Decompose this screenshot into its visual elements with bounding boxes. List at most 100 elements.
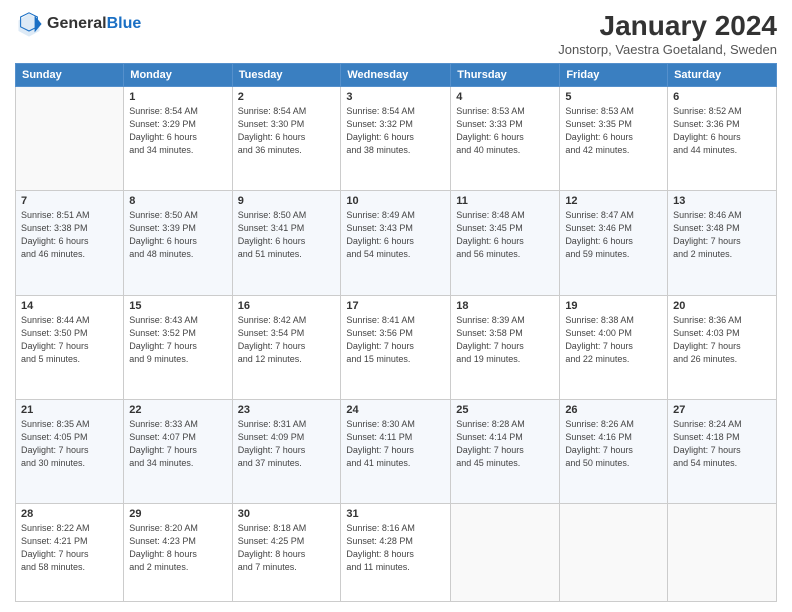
table-row: 21 Sunrise: 8:35 AM Sunset: 4:05 PM Dayli… <box>16 399 124 503</box>
page: GeneralBlue January 2024 Jonstorp, Vaest… <box>0 0 792 612</box>
table-row: 19 Sunrise: 8:38 AM Sunset: 4:00 PM Dayli… <box>560 295 668 399</box>
day-info: Sunrise: 8:26 AM Sunset: 4:16 PM Dayligh… <box>565 418 662 470</box>
logo-text: GeneralBlue <box>47 14 141 33</box>
day-info: Sunrise: 8:41 AM Sunset: 3:56 PM Dayligh… <box>346 314 445 366</box>
day-info: Sunrise: 8:38 AM Sunset: 4:00 PM Dayligh… <box>565 314 662 366</box>
day-info: Sunrise: 8:53 AM Sunset: 3:33 PM Dayligh… <box>456 105 554 157</box>
table-row: 9 Sunrise: 8:50 AM Sunset: 3:41 PM Daylig… <box>232 191 341 295</box>
day-info: Sunrise: 8:54 AM Sunset: 3:32 PM Dayligh… <box>346 105 445 157</box>
day-number: 26 <box>565 404 662 416</box>
table-row: 18 Sunrise: 8:39 AM Sunset: 3:58 PM Dayli… <box>451 295 560 399</box>
day-info: Sunrise: 8:50 AM Sunset: 3:41 PM Dayligh… <box>238 209 336 261</box>
day-number: 6 <box>673 91 771 103</box>
month-title: January 2024 <box>558 10 777 42</box>
day-number: 17 <box>346 300 445 312</box>
day-number: 8 <box>129 195 226 207</box>
day-info: Sunrise: 8:46 AM Sunset: 3:48 PM Dayligh… <box>673 209 771 261</box>
day-number: 4 <box>456 91 554 103</box>
day-info: Sunrise: 8:43 AM Sunset: 3:52 PM Dayligh… <box>129 314 226 366</box>
calendar-table: Sunday Monday Tuesday Wednesday Thursday… <box>15 63 777 602</box>
day-number: 5 <box>565 91 662 103</box>
table-row: 1Sunrise: 8:54 AM Sunset: 3:29 PM Daylig… <box>124 87 232 191</box>
day-number: 29 <box>129 508 226 520</box>
table-row: 15 Sunrise: 8:43 AM Sunset: 3:52 PM Dayli… <box>124 295 232 399</box>
day-number: 20 <box>673 300 771 312</box>
table-row: 3Sunrise: 8:54 AM Sunset: 3:32 PM Daylig… <box>341 87 451 191</box>
table-row: 27 Sunrise: 8:24 AM Sunset: 4:18 PM Dayli… <box>668 399 777 503</box>
day-info: Sunrise: 8:51 AM Sunset: 3:38 PM Dayligh… <box>21 209 118 261</box>
table-row: 14 Sunrise: 8:44 AM Sunset: 3:50 PM Dayli… <box>16 295 124 399</box>
day-number: 14 <box>21 300 118 312</box>
table-row: 13 Sunrise: 8:46 AM Sunset: 3:48 PM Dayli… <box>668 191 777 295</box>
day-number: 19 <box>565 300 662 312</box>
day-info: Sunrise: 8:42 AM Sunset: 3:54 PM Dayligh… <box>238 314 336 366</box>
table-row <box>560 504 668 602</box>
day-info: Sunrise: 8:33 AM Sunset: 4:07 PM Dayligh… <box>129 418 226 470</box>
table-row <box>451 504 560 602</box>
table-row: 16 Sunrise: 8:42 AM Sunset: 3:54 PM Dayli… <box>232 295 341 399</box>
header-sunday: Sunday <box>16 64 124 87</box>
day-number: 28 <box>21 508 118 520</box>
header-monday: Monday <box>124 64 232 87</box>
day-info: Sunrise: 8:47 AM Sunset: 3:46 PM Dayligh… <box>565 209 662 261</box>
title-block: January 2024 Jonstorp, Vaestra Goetaland… <box>558 10 777 57</box>
day-number: 2 <box>238 91 336 103</box>
day-info: Sunrise: 8:39 AM Sunset: 3:58 PM Dayligh… <box>456 314 554 366</box>
header-tuesday: Tuesday <box>232 64 341 87</box>
day-info: Sunrise: 8:48 AM Sunset: 3:45 PM Dayligh… <box>456 209 554 261</box>
day-number: 30 <box>238 508 336 520</box>
header-friday: Friday <box>560 64 668 87</box>
table-row: 8 Sunrise: 8:50 AM Sunset: 3:39 PM Daylig… <box>124 191 232 295</box>
day-number: 25 <box>456 404 554 416</box>
day-number: 18 <box>456 300 554 312</box>
day-number: 21 <box>21 404 118 416</box>
day-number: 27 <box>673 404 771 416</box>
day-info: Sunrise: 8:52 AM Sunset: 3:36 PM Dayligh… <box>673 105 771 157</box>
day-number: 22 <box>129 404 226 416</box>
day-number: 31 <box>346 508 445 520</box>
day-info: Sunrise: 8:54 AM Sunset: 3:29 PM Dayligh… <box>129 105 226 157</box>
day-info: Sunrise: 8:35 AM Sunset: 4:05 PM Dayligh… <box>21 418 118 470</box>
day-info: Sunrise: 8:44 AM Sunset: 3:50 PM Dayligh… <box>21 314 118 366</box>
day-info: Sunrise: 8:49 AM Sunset: 3:43 PM Dayligh… <box>346 209 445 261</box>
day-number: 24 <box>346 404 445 416</box>
location: Jonstorp, Vaestra Goetaland, Sweden <box>558 42 777 57</box>
table-row: 25 Sunrise: 8:28 AM Sunset: 4:14 PM Dayli… <box>451 399 560 503</box>
day-info: Sunrise: 8:22 AM Sunset: 4:21 PM Dayligh… <box>21 522 118 574</box>
weekday-header-row: Sunday Monday Tuesday Wednesday Thursday… <box>16 64 777 87</box>
logo-icon <box>15 10 43 38</box>
table-row: 26 Sunrise: 8:26 AM Sunset: 4:16 PM Dayli… <box>560 399 668 503</box>
day-info: Sunrise: 8:50 AM Sunset: 3:39 PM Dayligh… <box>129 209 226 261</box>
table-row <box>16 87 124 191</box>
table-row: 30 Sunrise: 8:18 AM Sunset: 4:25 PM Dayli… <box>232 504 341 602</box>
day-number: 23 <box>238 404 336 416</box>
table-row: 31Sunrise: 8:16 AM Sunset: 4:28 PM Dayli… <box>341 504 451 602</box>
table-row: 24 Sunrise: 8:30 AM Sunset: 4:11 PM Dayli… <box>341 399 451 503</box>
table-row: 20Sunrise: 8:36 AM Sunset: 4:03 PM Dayli… <box>668 295 777 399</box>
day-number: 11 <box>456 195 554 207</box>
header: GeneralBlue January 2024 Jonstorp, Vaest… <box>15 10 777 57</box>
day-number: 16 <box>238 300 336 312</box>
day-info: Sunrise: 8:53 AM Sunset: 3:35 PM Dayligh… <box>565 105 662 157</box>
day-info: Sunrise: 8:54 AM Sunset: 3:30 PM Dayligh… <box>238 105 336 157</box>
day-info: Sunrise: 8:20 AM Sunset: 4:23 PM Dayligh… <box>129 522 226 574</box>
logo: GeneralBlue <box>15 10 141 38</box>
table-row: 5 Sunrise: 8:53 AM Sunset: 3:35 PM Daylig… <box>560 87 668 191</box>
day-info: Sunrise: 8:18 AM Sunset: 4:25 PM Dayligh… <box>238 522 336 574</box>
table-row: 22 Sunrise: 8:33 AM Sunset: 4:07 PM Dayli… <box>124 399 232 503</box>
day-number: 15 <box>129 300 226 312</box>
day-info: Sunrise: 8:24 AM Sunset: 4:18 PM Dayligh… <box>673 418 771 470</box>
table-row: 23Sunrise: 8:31 AM Sunset: 4:09 PM Dayli… <box>232 399 341 503</box>
table-row: 17 Sunrise: 8:41 AM Sunset: 3:56 PM Dayli… <box>341 295 451 399</box>
day-number: 10 <box>346 195 445 207</box>
table-row: 29 Sunrise: 8:20 AM Sunset: 4:23 PM Dayli… <box>124 504 232 602</box>
day-number: 7 <box>21 195 118 207</box>
day-info: Sunrise: 8:30 AM Sunset: 4:11 PM Dayligh… <box>346 418 445 470</box>
table-row: 12Sunrise: 8:47 AM Sunset: 3:46 PM Dayli… <box>560 191 668 295</box>
day-info: Sunrise: 8:28 AM Sunset: 4:14 PM Dayligh… <box>456 418 554 470</box>
table-row <box>668 504 777 602</box>
table-row: 4 Sunrise: 8:53 AM Sunset: 3:33 PM Daylig… <box>451 87 560 191</box>
day-number: 9 <box>238 195 336 207</box>
table-row: 7 Sunrise: 8:51 AM Sunset: 3:38 PM Daylig… <box>16 191 124 295</box>
day-number: 13 <box>673 195 771 207</box>
